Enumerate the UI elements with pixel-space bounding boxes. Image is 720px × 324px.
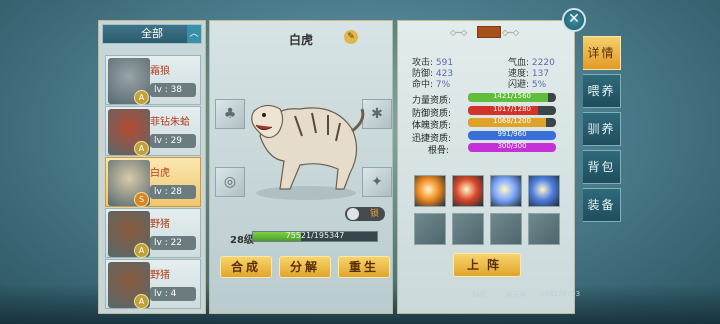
tab-equip[interactable]: 装备 <box>583 188 621 222</box>
fire-claw-skill-icon[interactable] <box>414 175 446 207</box>
white-tiger-model <box>251 104 365 200</box>
player-id: 198178793 <box>540 290 581 298</box>
lock-icon <box>347 208 359 220</box>
tab-train[interactable]: 驯养 <box>583 112 621 146</box>
pet-list-level: lv : 22 <box>150 236 196 250</box>
aptitude-label: 力量资质: <box>412 96 452 106</box>
empty-skill-slot[interactable] <box>452 213 484 245</box>
combine-button[interactable]: 合成 <box>220 256 272 278</box>
aptitude-bar: 1068/1200 <box>468 118 556 127</box>
aptitude-label: 体魄资质: <box>412 121 452 131</box>
divider-ornament-right: ◇─◇ <box>502 28 520 37</box>
filter-dropdown[interactable]: 全部 ︿ <box>102 24 202 44</box>
aptitude-label: 迅捷资质: <box>412 133 452 144</box>
pet-list-level: lv : 4 <box>150 287 196 301</box>
pet-list-panel: 全部 ︿ 霜狼 lv : 38 A 菲钻朱蛤 lv : 29 A 白虎 lv : 28 S 野猪 l… <box>98 20 206 314</box>
filter-label: 全部 <box>141 27 163 40</box>
pet-list-name: 白虎 <box>150 168 170 179</box>
stat-dodge-value: 5% <box>531 80 547 90</box>
pet-grade-badge: A <box>134 243 149 258</box>
empty-skill-slot[interactable] <box>414 213 446 245</box>
rebirth-button[interactable]: 重生 <box>338 256 390 278</box>
pet-list-level: lv : 38 <box>150 83 196 97</box>
aptitude-value: 1421/1560 <box>493 93 531 100</box>
aptitude-bar: 1421/1560 <box>468 93 556 102</box>
pet-list-item[interactable]: 菲钻朱蛤 lv : 29 A <box>105 106 201 156</box>
stat-hit: 命中: 7% <box>412 77 450 90</box>
aptitude-bar: 1017/1280 <box>468 105 556 115</box>
pet-list-level: lv : 28 <box>150 185 196 199</box>
empty-skill-slot[interactable] <box>528 213 560 245</box>
server-label: 34区 <box>471 291 487 299</box>
pet-grade-badge: A <box>134 294 149 309</box>
stat-hit-label: 命中: <box>412 80 434 90</box>
aptitude-value: 1017/1280 <box>493 105 531 113</box>
pet-grade-badge: A <box>134 90 149 105</box>
pet-list-item[interactable]: 白虎 lv : 28 S <box>105 157 201 207</box>
close-icon[interactable]: ✕ <box>562 8 586 32</box>
aptitude-value: 1068/1200 <box>493 118 531 125</box>
blue-orb-skill-icon[interactable] <box>490 175 522 207</box>
pet-stats-panel: ◇─◇ ◇─◇ 攻击: 591 气血: 2220 防御: 423 速度: 137… <box>397 20 575 314</box>
pet-list-level: lv : 29 <box>150 134 196 148</box>
lock-toggle[interactable]: 锁 <box>345 207 385 221</box>
rename-edit-icon[interactable]: ✎ <box>344 30 358 44</box>
split-button[interactable]: 分解 <box>279 256 331 278</box>
exp-bar: 75521/195347 <box>252 231 378 242</box>
pet-level: 28级 <box>230 235 254 246</box>
pet-list-name: 菲钻朱蛤 <box>150 117 190 128</box>
tab-details[interactable]: 详情 <box>583 36 621 70</box>
deploy-button[interactable]: 上阵 <box>453 253 521 277</box>
aptitude-label: 防御资质: <box>412 108 452 119</box>
aptitude-bar: 300/300 <box>468 143 556 152</box>
pet-grade-badge: A <box>134 141 149 156</box>
pet-name-title: 白虎 <box>288 33 313 47</box>
aptitude-value: 300/300 <box>497 143 527 150</box>
tab-bag[interactable]: 背包 <box>583 150 621 184</box>
player-name: 涂天河 <box>505 291 526 299</box>
pet-list-item[interactable]: 霜狼 lv : 38 A <box>105 55 201 105</box>
pet-list-name: 霜狼 <box>150 66 170 77</box>
stat-hit-value: 7% <box>435 80 451 90</box>
aptitude-bar: 991/960 <box>468 130 556 140</box>
pet-list-name: 野猪 <box>150 270 170 281</box>
stat-dodge-label: 闪避: <box>508 80 530 90</box>
pet-list-item[interactable]: 野猪 lv : 22 A <box>105 208 201 258</box>
stat-dodge: 闪避: 5% <box>508 77 546 90</box>
pet-list-item[interactable]: 野猪 lv : 4A <box>105 259 201 309</box>
aptitude-label: 根骨: <box>428 146 450 156</box>
exp-text: 75521/195347 <box>285 231 345 240</box>
pet-list-name: 野猪 <box>150 219 170 230</box>
pet-grade-badge: S <box>134 192 149 207</box>
pet-view-panel: 白虎 ✎ ♣ ✱ ◎ ✦ 锁 28级 75521/195347 合成 分解 重生 <box>209 20 393 314</box>
chevron-up-icon[interactable]: ︿ <box>187 25 201 43</box>
pet-grade-swatch <box>477 26 501 38</box>
aptitude-value: 991/960 <box>497 130 527 138</box>
divider-ornament-left: ◇─◇ <box>450 28 468 37</box>
tab-feed[interactable]: 喂养 <box>583 74 621 108</box>
ice-slash-skill-icon[interactable] <box>528 175 560 207</box>
empty-skill-slot[interactable] <box>490 213 522 245</box>
lock-label: 锁 <box>369 209 379 219</box>
flame-slash-skill-icon[interactable] <box>452 175 484 207</box>
